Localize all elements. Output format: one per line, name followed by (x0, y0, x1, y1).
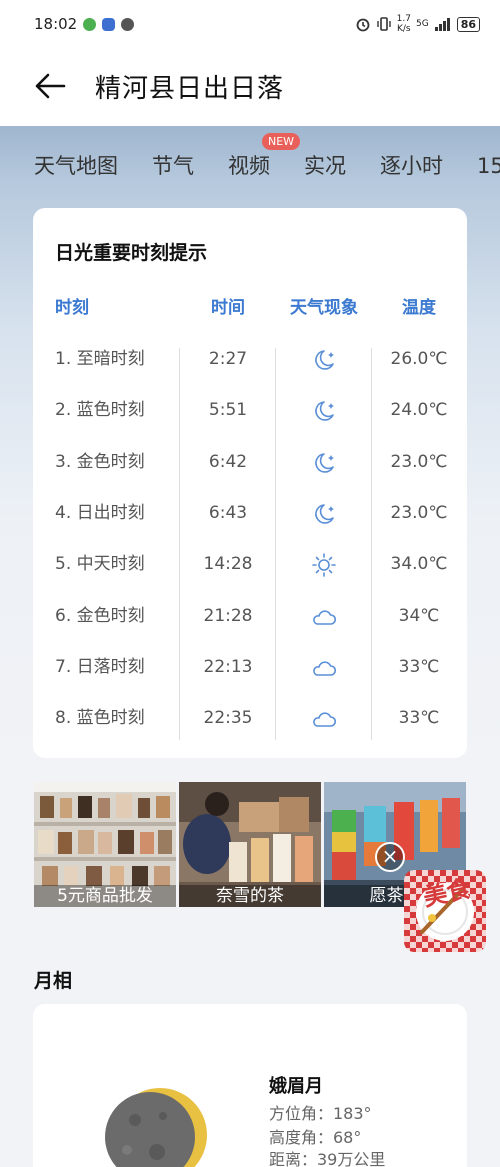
cloud-icon (309, 656, 339, 680)
table-row: 1. 至暗时刻 2:27 26.0℃ (33, 348, 467, 399)
moment-temp: 33℃ (398, 656, 440, 677)
back-arrow-icon[interactable] (34, 72, 66, 100)
alarm-icon (356, 18, 370, 32)
moment-time: 2:27 (208, 349, 248, 369)
moment-time: 22:35 (203, 708, 253, 729)
table-row: 3. 金色时刻 6:42 23.0℃ (33, 451, 467, 502)
table-row: 8. 蓝色时刻 22:35 33℃ (33, 707, 467, 758)
tab-video[interactable]: 视频 NEW (228, 133, 301, 180)
ad-strip: 5元商品批发 奈雪的茶 愿茶加 (34, 782, 466, 907)
cloud-icon (309, 707, 339, 731)
moon-altitude: 高度角：68° (269, 1128, 362, 1147)
moment-time: 6:43 (208, 502, 248, 523)
moment-name: 4. 日出时刻 (55, 502, 145, 523)
net-speed: 1.7 K/s (396, 14, 411, 34)
moon-azimuth: 方位角：183° (269, 1104, 372, 1123)
moment-name: 2. 蓝色时刻 (55, 400, 145, 421)
status-bar: 18:02 1.7 K/s 5G 86 (0, 0, 500, 48)
moon-night-icon (309, 399, 339, 423)
moment-name: 7. 日落时刻 (55, 656, 145, 677)
moment-time: 22:13 (203, 656, 253, 677)
moon-phase-icon (105, 1088, 207, 1167)
floating-food-ad[interactable]: 美食 (404, 870, 486, 952)
tab-weather-map[interactable]: 天气地图 (34, 150, 118, 180)
ad-label: 奈雪的茶 (179, 885, 321, 907)
moment-time: 6:42 (208, 451, 248, 472)
moment-name: 1. 至暗时刻 (55, 349, 145, 369)
moment-temp: 24.0℃ (390, 400, 448, 421)
table-row: 7. 日落时刻 22:13 33℃ (33, 656, 467, 707)
tab-video-label: 视频 (228, 154, 270, 178)
signal-icon (434, 18, 450, 31)
moment-name: 6. 金色时刻 (55, 605, 145, 626)
moment-time: 5:51 (208, 400, 248, 421)
moment-temp: 34℃ (398, 605, 440, 626)
message-icon (121, 17, 135, 31)
moment-name: 8. 蓝色时刻 (55, 708, 145, 729)
moon-night-icon (309, 348, 339, 372)
status-time: 18:02 (34, 15, 78, 33)
close-ad-icon[interactable]: × (375, 842, 405, 872)
table-row: 5. 中天时刻 14:28 34.0℃ (33, 553, 467, 604)
moon-night-icon (309, 502, 339, 526)
new-badge: NEW (262, 133, 301, 150)
table-row: 4. 日出时刻 6:43 23.0℃ (33, 502, 467, 553)
table-row: 2. 蓝色时刻 5:51 24.0℃ (33, 399, 467, 450)
table-row: 6. 金色时刻 21:28 34℃ (33, 605, 467, 656)
header-weather: 天气现象 (290, 298, 358, 318)
moment-time: 21:28 (203, 605, 253, 626)
tab-live[interactable]: 实况 (304, 150, 346, 180)
app-notification-icon (102, 17, 116, 31)
moment-name: 5. 中天时刻 (55, 554, 145, 575)
shield-check-icon (83, 17, 97, 31)
moon-distance: 距离：39万公里 (269, 1150, 386, 1167)
moment-temp: 26.0℃ (390, 349, 448, 369)
header-temp: 温度 (402, 298, 436, 318)
card-title: 日光重要时刻提示 (55, 242, 208, 264)
network-type: 5G (415, 19, 429, 29)
tab-15day[interactable]: 15日 (477, 150, 500, 180)
moon-phase-name: 娥眉月 (269, 1076, 323, 1097)
moon-night-icon (309, 451, 339, 475)
moment-time: 14:28 (203, 554, 253, 575)
vibrate-icon (376, 17, 391, 31)
sunlight-moments-card: 日光重要时刻提示 时刻 时间 天气现象 温度 1. 至暗时刻 2:27 26.0℃ 2… (33, 208, 467, 758)
moment-temp: 23.0℃ (390, 451, 448, 472)
header-time: 时间 (211, 298, 245, 318)
ad-tea[interactable]: 奈雪的茶 (179, 782, 321, 907)
moment-temp: 34.0℃ (390, 554, 448, 575)
tab-solar-terms[interactable]: 节气 (152, 150, 194, 180)
sun-icon (309, 553, 339, 577)
cloud-icon (309, 605, 339, 629)
header: 精河县日出日落 (0, 48, 500, 126)
header-moment: 时刻 (55, 298, 89, 318)
moon-phase-card: 娥眉月 方位角：183° 高度角：68° 距离：39万公里 (33, 1004, 467, 1167)
tab-hourly[interactable]: 逐小时 (380, 150, 443, 180)
battery-indicator: 86 (456, 16, 480, 32)
page-title: 精河县日出日落 (95, 74, 285, 104)
ad-label: 5元商品批发 (34, 885, 176, 907)
moment-temp: 23.0℃ (390, 502, 448, 523)
moment-name: 3. 金色时刻 (55, 451, 145, 472)
ad-bags[interactable]: 5元商品批发 (34, 782, 176, 907)
moment-temp: 33℃ (398, 708, 440, 729)
tab-bar: 天气地图 节气 视频 NEW 实况 逐小时 15日 (0, 126, 500, 204)
moon-section-title: 月相 (34, 970, 73, 992)
